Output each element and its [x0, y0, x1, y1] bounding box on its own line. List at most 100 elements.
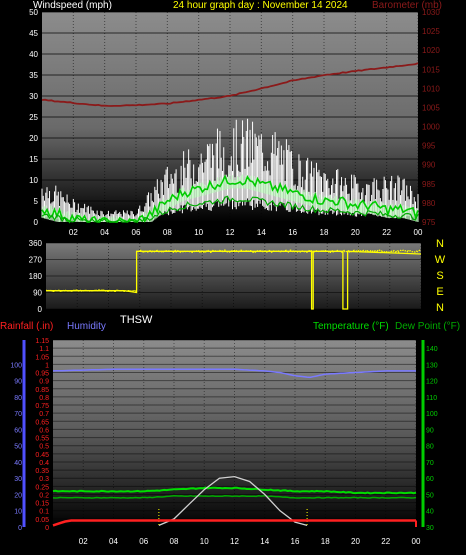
wind-direction-jitter	[308, 249, 311, 252]
wind-direction-jitter	[52, 290, 55, 293]
wind-tick-label: 25	[29, 113, 38, 122]
time-tick-label: 04	[100, 228, 109, 237]
wind-tick-label: 20	[29, 134, 38, 143]
humidity-tick-label: 20	[14, 492, 22, 499]
wind-direction-jitter	[402, 249, 404, 252]
wind-direction-jitter	[418, 249, 421, 252]
humidity-tick-label: 30	[14, 476, 22, 483]
wind-tick-label: 50	[29, 8, 38, 17]
wind-direction-jitter	[413, 251, 416, 253]
temperature-tick-label: 120	[426, 379, 438, 386]
barometer-tick-label: 985	[422, 180, 436, 189]
humidity-tick-label: 70	[14, 411, 22, 418]
rain-tick-label: 0.2	[39, 492, 49, 499]
barometer-tick-label: 975	[422, 218, 436, 227]
humidity-tick-label: 90	[14, 379, 22, 386]
wind-direction-jitter	[385, 250, 388, 253]
barometer-tick-label: 1005	[422, 103, 440, 112]
wind-direction-jitter	[317, 250, 320, 253]
rain-tick-label: 0.4	[39, 460, 49, 467]
direction-tick-label: 180	[29, 272, 43, 281]
temperature-tick-label: 110	[426, 395, 437, 402]
lower-time-tick-label: 04	[109, 537, 118, 546]
wind-direction-jitter	[359, 250, 362, 252]
rain-tick-label: 0.5	[39, 444, 49, 451]
wind-tick-label: 5	[34, 197, 39, 206]
humidity-tick-label: 60	[14, 427, 22, 434]
temperature-tick-label: 70	[426, 460, 434, 467]
rain-tick-label: 0.85	[35, 387, 49, 394]
temperature-tick-label: 50	[426, 492, 434, 499]
wind-tick-label: 15	[29, 155, 38, 164]
lower-time-tick-label: 02	[79, 537, 88, 546]
temperature-tick-label: 140	[426, 346, 438, 353]
compass-letter: E	[436, 286, 443, 298]
wind-direction-jitter	[139, 249, 142, 252]
wind-direction-jitter	[303, 250, 306, 253]
wind-direction-jitter	[287, 250, 290, 253]
rain-tick-label: 0.7	[39, 411, 49, 418]
time-tick-label: 00	[414, 228, 423, 237]
direction-tick-label: 270	[29, 256, 43, 265]
wind-direction-jitter	[362, 249, 365, 252]
wind-direction-jitter	[409, 250, 412, 252]
rain-tick-label: 1	[45, 362, 49, 369]
rain-tick-label: 1.05	[35, 354, 49, 361]
lower-time-tick-label: 16	[291, 537, 300, 546]
lower-time-tick-label: 10	[200, 537, 209, 546]
lower-time-tick-label: 00	[412, 537, 421, 546]
lower-time-tick-label: 08	[170, 537, 179, 546]
wind-direction-jitter	[319, 250, 323, 253]
compass-letter: W	[435, 254, 446, 266]
temperature-tick-label: 30	[426, 525, 434, 532]
rain-tick-label: 0.1	[39, 509, 49, 516]
weather-graph-page: Windspeed (mph) 24 hour graph day : Nove…	[0, 0, 466, 555]
wind-tick-label: 0	[34, 218, 39, 227]
rain-tick-label: 0.55	[35, 436, 49, 443]
time-tick-label: 22	[382, 228, 391, 237]
wind-direction-jitter	[383, 250, 386, 253]
barometer-tick-label: 1020	[422, 46, 440, 55]
rain-tick-label: 0.9	[39, 379, 49, 386]
time-tick-label: 12	[226, 228, 235, 237]
humidity-tick-label: 10	[14, 509, 22, 516]
rain-tick-label: 0.65	[35, 419, 49, 426]
rain-tick-label: 1.1	[39, 346, 49, 353]
wind-direction-jitter	[54, 289, 58, 292]
barometer-tick-label: 980	[422, 199, 436, 208]
rain-tick-label: 0.15	[35, 501, 49, 508]
temperature-tick-label: 80	[426, 444, 434, 451]
direction-tick-label: 360	[29, 239, 43, 248]
direction-tick-label: 0	[38, 305, 43, 314]
wind-direction-jitter	[404, 249, 407, 252]
wind-direction-jitter	[77, 290, 80, 292]
temperature-tick-label: 90	[426, 427, 434, 434]
rain-tick-label: 0.8	[39, 395, 49, 402]
lower-time-tick-label: 20	[351, 537, 360, 546]
compass-letter: N	[436, 238, 444, 250]
time-tick-label: 02	[69, 228, 78, 237]
lower-time-tick-label: 18	[321, 537, 330, 546]
rain-tick-label: 0.3	[39, 476, 49, 483]
time-tick-label: 10	[194, 228, 203, 237]
time-tick-label: 06	[132, 228, 141, 237]
wind-tick-label: 10	[29, 176, 38, 185]
wind-direction-jitter	[252, 251, 254, 254]
wind-direction-jitter	[172, 251, 175, 253]
rain-tick-label: 0.95	[35, 371, 49, 378]
wind-direction-jitter	[275, 250, 278, 253]
wind-direction-jitter	[324, 249, 327, 252]
barometer-tick-label: 1025	[422, 27, 440, 36]
wind-direction-jitter	[82, 289, 85, 292]
wind-direction-jitter	[148, 249, 151, 252]
wind-direction-jitter	[193, 250, 196, 253]
wind-direction-jitter	[181, 250, 184, 253]
wind-direction-jitter	[86, 289, 89, 292]
wind-direction-jitter	[45, 289, 49, 292]
barometer-tick-label: 1000	[422, 123, 440, 132]
temperature-tick-label: 130	[426, 362, 438, 369]
wind-direction-jitter	[155, 249, 158, 252]
time-tick-label: 14	[257, 228, 266, 237]
rain-tick-label: 0.6	[39, 427, 49, 434]
wind-direction-jitter	[228, 250, 231, 253]
